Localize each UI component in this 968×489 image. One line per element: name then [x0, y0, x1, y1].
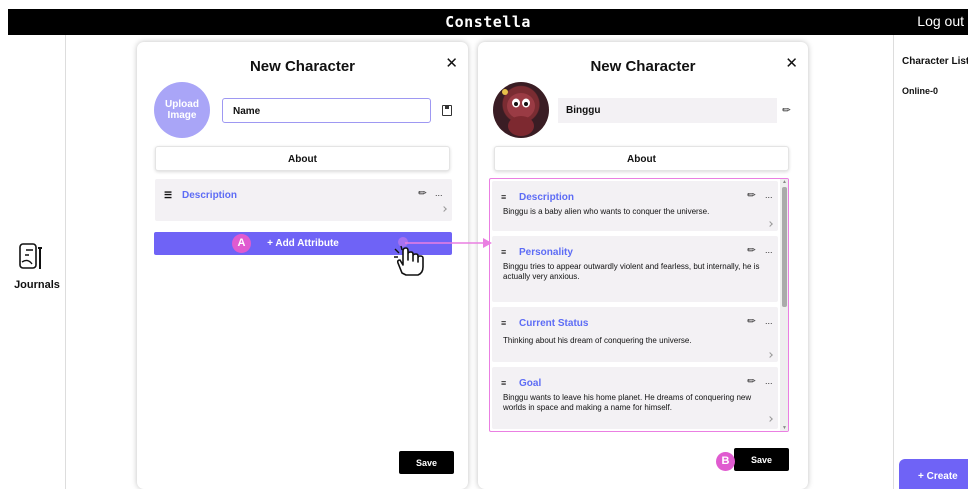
scroll-down-icon[interactable]: ▼ — [782, 425, 787, 431]
character-avatar[interactable] — [493, 82, 549, 138]
name-input[interactable]: Name — [222, 98, 431, 123]
drag-handle-icon[interactable]: ≡ — [501, 318, 506, 328]
attribute-title[interactable]: Personality — [519, 247, 573, 258]
close-icon[interactable]: ✕ — [445, 54, 458, 72]
attribute-card: ≡ Description ✎ ... Binggu is a baby ali… — [492, 181, 778, 231]
attribute-title[interactable]: Description — [182, 190, 237, 201]
attribute-text[interactable]: Binggu wants to leave his home planet. H… — [503, 393, 765, 413]
more-icon[interactable]: ... — [765, 316, 773, 326]
edit-icon[interactable]: ✎ — [745, 244, 759, 258]
left-sidebar: Journals — [8, 35, 66, 489]
attribute-card: ≡ Current Status ✎ ... Thinking about hi… — [492, 307, 778, 362]
drag-handle-icon[interactable]: ☰ — [164, 190, 172, 201]
upload-label-line-1: Upload — [165, 99, 199, 110]
pointer-hand-icon — [394, 245, 424, 276]
edit-icon[interactable]: ✎ — [745, 315, 759, 329]
panel-title: New Character — [590, 58, 696, 75]
scroll-up-icon[interactable]: ▲ — [782, 179, 787, 185]
attribute-card: ≡ Personality ✎ ... Binggu tries to appe… — [492, 236, 778, 302]
attribute-card: ☰ Description ✎ ... — [155, 179, 452, 221]
attribute-text[interactable]: Thinking about his dream of conquering t… — [503, 336, 765, 346]
logout-button[interactable]: Log out — [917, 13, 964, 29]
save-button[interactable]: Save — [399, 451, 454, 474]
resize-grip-icon[interactable] — [441, 206, 447, 212]
character-list-title: Character List — [902, 56, 968, 67]
attribute-card: ≡ Goal ✎ ... Binggu wants to leave his h… — [492, 367, 778, 429]
resize-grip-icon[interactable] — [767, 221, 773, 227]
more-icon[interactable]: ... — [765, 245, 773, 255]
resize-grip-icon[interactable] — [767, 416, 773, 422]
attribute-title[interactable]: Goal — [519, 378, 541, 389]
attribute-text[interactable]: Binggu tries to appear outwardly violent… — [503, 262, 768, 282]
drag-handle-icon[interactable]: ≡ — [501, 378, 506, 388]
name-field[interactable]: Binggu — [558, 98, 777, 123]
app-title: Constella — [445, 13, 531, 31]
attribute-title[interactable]: Description — [519, 192, 574, 203]
top-bar: Constella Log out — [8, 9, 968, 35]
resize-grip-icon[interactable] — [767, 352, 773, 358]
more-icon[interactable]: ... — [765, 376, 773, 386]
upload-label-line-2: Image — [167, 110, 197, 121]
journals-label[interactable]: Journals — [8, 279, 66, 291]
edit-icon[interactable]: ✎ — [745, 189, 759, 203]
drag-handle-icon[interactable]: ≡ — [501, 247, 506, 257]
scrollbar-thumb[interactable] — [782, 187, 787, 307]
new-character-panel-filled: New Character ✕ Binggu ✎ About ≡ Descrip… — [478, 42, 808, 489]
attribute-text[interactable]: Binggu is a baby alien who wants to conq… — [503, 207, 765, 217]
edit-name-icon[interactable]: ✎ — [780, 104, 794, 118]
journal-icon[interactable] — [18, 242, 46, 272]
edit-icon[interactable]: ✎ — [416, 187, 430, 201]
more-icon[interactable]: ... — [765, 190, 773, 200]
annotation-badge-a: A — [232, 234, 251, 253]
save-icon[interactable] — [442, 105, 452, 116]
about-button[interactable]: About — [494, 146, 789, 171]
more-icon[interactable]: ... — [435, 188, 443, 198]
drag-handle-icon[interactable]: ≡ — [501, 192, 506, 202]
create-button[interactable]: + Create — [899, 459, 968, 489]
attribute-title[interactable]: Current Status — [519, 318, 588, 329]
panel-title: New Character — [249, 58, 356, 75]
avatar-image — [502, 89, 535, 136]
about-button[interactable]: About — [155, 146, 450, 171]
save-button[interactable]: Save — [734, 448, 789, 471]
attribute-list[interactable]: ≡ Description ✎ ... Binggu is a baby ali… — [489, 178, 789, 432]
right-sidebar: Character List Online-0 + Create — [893, 35, 968, 489]
close-icon[interactable]: ✕ — [785, 54, 798, 72]
upload-image-button[interactable]: Upload Image — [154, 82, 210, 138]
edit-icon[interactable]: ✎ — [745, 375, 759, 389]
annotation-badge-b: B — [716, 452, 735, 471]
scrollbar[interactable]: ▲ ▼ — [780, 179, 788, 431]
online-count: Online-0 — [902, 86, 939, 96]
